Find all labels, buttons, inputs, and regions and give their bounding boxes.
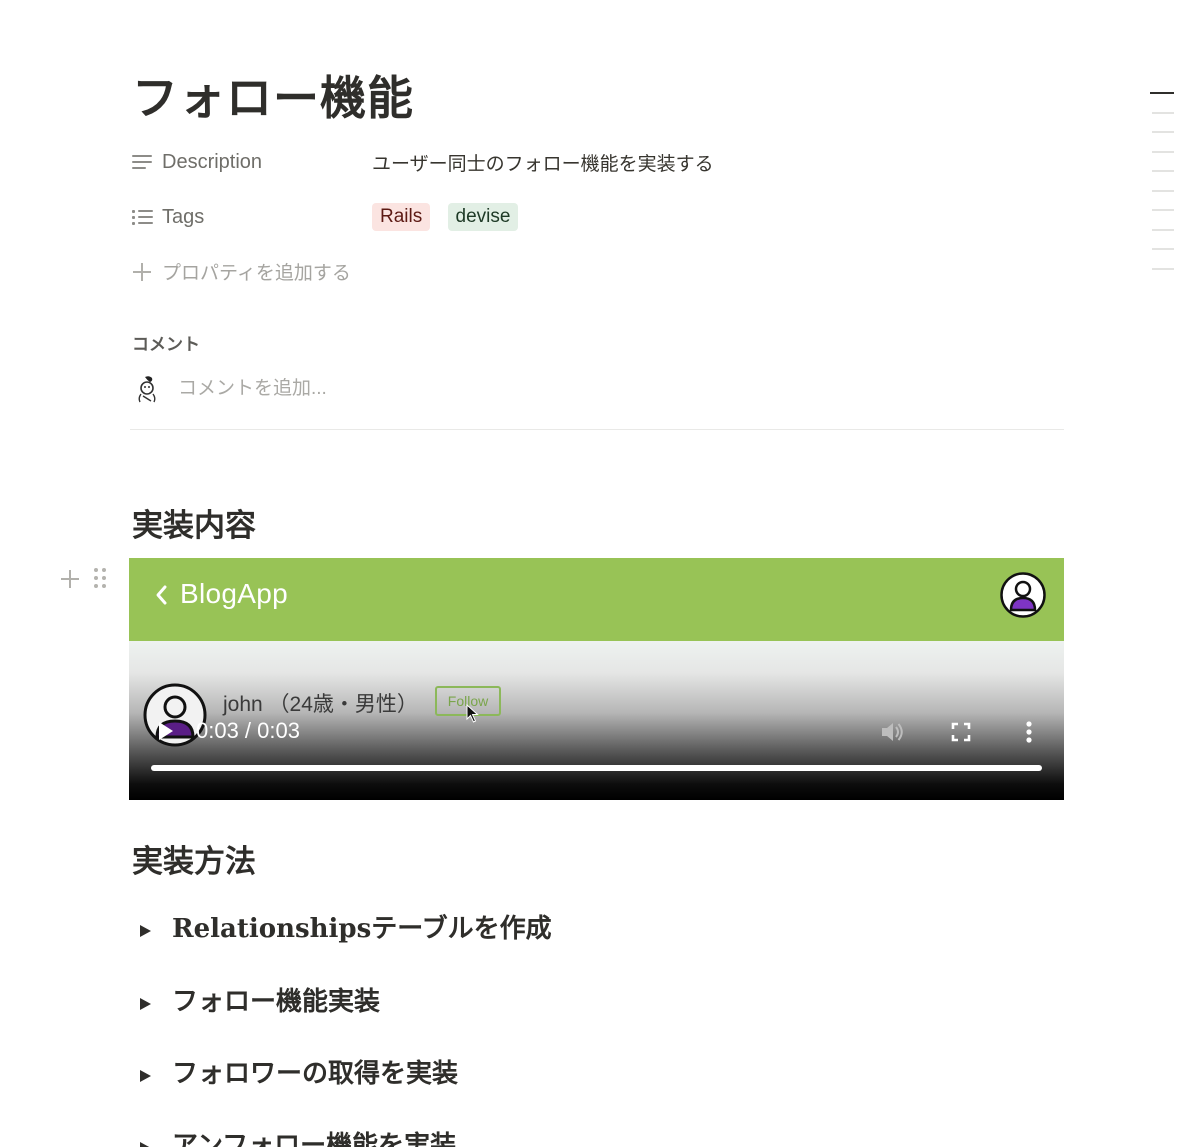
play-icon[interactable] xyxy=(158,721,174,741)
plus-icon xyxy=(132,262,152,282)
property-label-container[interactable]: Tags xyxy=(132,206,372,229)
description-value[interactable]: ユーザー同士のフォロー機能を実装する xyxy=(372,149,714,176)
section-heading[interactable]: 実装方法 xyxy=(132,836,256,881)
add-block-icon[interactable] xyxy=(60,569,80,589)
toc-line[interactable] xyxy=(1152,209,1174,211)
video-time: 0:03 / 0:03 xyxy=(196,718,300,743)
toggle-label: Relationshipsテーブルを作成 xyxy=(172,914,552,944)
toggle-label: フォロワーの取得を実装 xyxy=(172,1059,459,1089)
toc-line[interactable] xyxy=(1152,111,1174,114)
page-title[interactable]: フォロー機能 xyxy=(132,62,414,128)
property-label: Tags xyxy=(162,205,205,228)
more-vertical-icon[interactable] xyxy=(1015,718,1043,746)
toc-line[interactable] xyxy=(1152,267,1174,270)
comment-input[interactable] xyxy=(178,378,678,400)
toggle-block[interactable]: アンフォロー機能を実装 xyxy=(140,1125,456,1147)
property-tags: Tags Rails devise xyxy=(132,201,530,233)
property-label: Description xyxy=(162,150,263,173)
tag-rails[interactable]: Rails xyxy=(372,203,431,231)
table-of-contents[interactable] xyxy=(1150,92,1174,287)
block-handle xyxy=(60,568,106,590)
video-progress-bar[interactable] xyxy=(151,765,1042,771)
toggle-block[interactable]: Relationshipsテーブルを作成 xyxy=(140,908,552,945)
divider xyxy=(130,429,1064,430)
tags-value[interactable]: Rails devise xyxy=(372,203,530,231)
property-label-container[interactable]: Description xyxy=(132,151,372,174)
toggle-triangle-icon[interactable] xyxy=(140,924,151,937)
fullscreen-icon[interactable] xyxy=(947,718,975,746)
toc-line[interactable] xyxy=(1152,228,1174,231)
toc-line[interactable] xyxy=(1152,189,1174,192)
tag-devise[interactable]: devise xyxy=(447,203,519,231)
profile-avatar-icon xyxy=(1000,572,1046,618)
add-property-button[interactable]: プロパティを追加する xyxy=(132,258,351,285)
text-lines-icon xyxy=(132,152,154,172)
toggle-triangle-icon[interactable] xyxy=(140,1069,151,1082)
drag-handle-icon[interactable] xyxy=(94,568,106,590)
add-property-label: プロパティを追加する xyxy=(162,263,351,284)
toggle-block[interactable]: フォロー機能実装 xyxy=(140,981,380,1018)
toc-line[interactable] xyxy=(1152,150,1174,153)
property-description: Description ユーザー同士のフォロー機能を実装する xyxy=(132,146,714,178)
comment-row xyxy=(132,374,678,404)
toc-line[interactable] xyxy=(1152,170,1174,172)
video-user-name: john （24歳・男性） xyxy=(223,693,418,716)
toggle-triangle-icon[interactable] xyxy=(140,997,151,1010)
video-player[interactable]: BlogApp john （24歳・男性） Follow 0:03 / 0:03 xyxy=(129,558,1064,800)
comments-heading: コメント xyxy=(132,335,200,354)
mouse-cursor-icon xyxy=(466,704,479,723)
toggle-label: フォロー機能実装 xyxy=(172,987,381,1017)
toggle-block[interactable]: フォロワーの取得を実装 xyxy=(140,1053,458,1090)
toggle-label: アンフォロー機能を実装 xyxy=(172,1131,457,1147)
video-app-bar: BlogApp xyxy=(129,558,1064,641)
section-heading[interactable]: 実装内容 xyxy=(132,500,256,545)
list-icon xyxy=(132,207,154,227)
toc-line-active[interactable] xyxy=(1150,92,1174,94)
toc-line[interactable] xyxy=(1152,248,1174,250)
user-avatar-icon xyxy=(138,376,156,403)
toggle-triangle-icon[interactable] xyxy=(140,1141,151,1147)
volume-icon[interactable] xyxy=(878,718,906,746)
video-app-title: BlogApp xyxy=(180,578,288,609)
chevron-left-icon xyxy=(156,585,167,605)
toc-line[interactable] xyxy=(1152,131,1174,133)
